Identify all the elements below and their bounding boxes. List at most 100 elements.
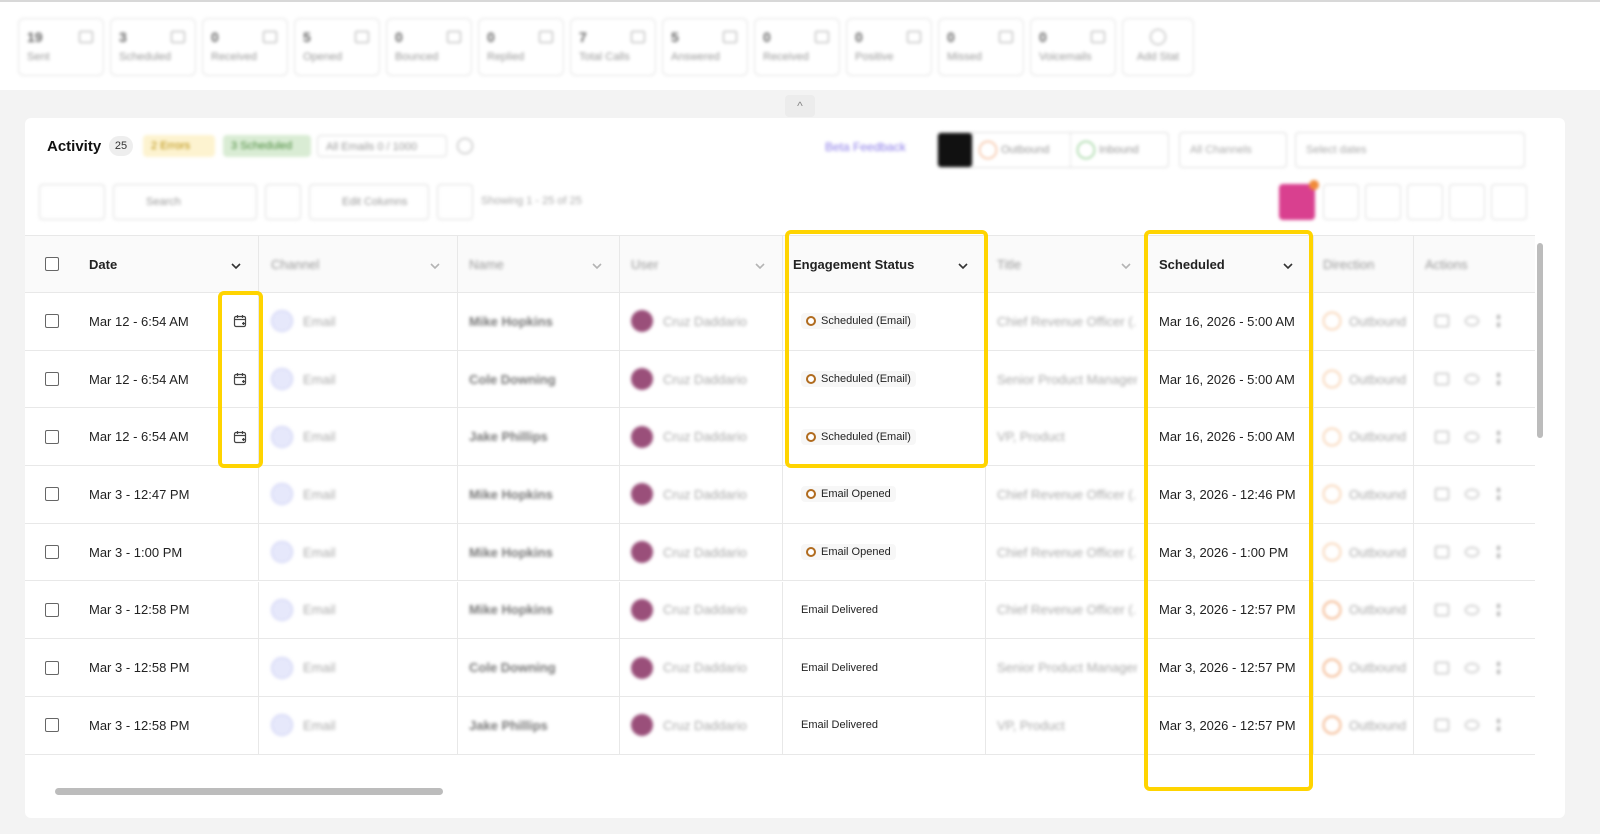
table-row[interactable]: Mar 3 - 12:58 PM Email Cole Downing Cruz Da… — [25, 639, 1535, 697]
more-vertical-icon[interactable] — [1497, 719, 1500, 732]
name-cell[interactable]: Mike Hopkins — [469, 293, 553, 350]
email-icon[interactable] — [1435, 488, 1449, 501]
calendar-scheduled-icon[interactable] — [233, 351, 247, 408]
name-cell[interactable]: Cole Downing — [469, 351, 556, 408]
row-checkbox[interactable] — [45, 372, 59, 387]
settings-button[interactable] — [1449, 184, 1485, 220]
more-vertical-icon[interactable] — [1497, 488, 1500, 501]
name-cell[interactable]: Mike Hopkins — [469, 466, 553, 523]
chevron-down-icon[interactable] — [430, 258, 440, 270]
stat-card[interactable]: 0 Received — [202, 18, 288, 76]
row-checkbox[interactable] — [45, 660, 59, 675]
help-icon[interactable] — [457, 138, 473, 154]
row-checkbox[interactable] — [45, 429, 59, 444]
more-vertical-icon[interactable] — [1497, 315, 1500, 328]
name-cell[interactable]: Jake Phillips — [469, 408, 548, 465]
email-icon[interactable] — [1435, 661, 1449, 674]
email-icon[interactable] — [1435, 719, 1449, 732]
stat-card[interactable]: 5 Opened — [294, 18, 380, 76]
chevron-down-icon[interactable] — [592, 258, 602, 270]
row-checkbox[interactable] — [45, 602, 59, 617]
more-vertical-icon[interactable] — [1497, 603, 1500, 616]
stat-card[interactable]: 0 Bounced — [386, 18, 472, 76]
more-button[interactable] — [1491, 184, 1527, 220]
horizontal-scrollbar[interactable] — [35, 786, 1525, 796]
table-row[interactable]: Mar 3 - 12:58 PM Email Jake Phillips Cruz D… — [25, 696, 1535, 755]
eye-icon[interactable] — [1465, 547, 1479, 558]
collapse-stats-button[interactable]: ^ — [785, 95, 815, 117]
stat-card[interactable]: 0 Voicemails — [1030, 18, 1116, 76]
email-icon[interactable] — [1435, 603, 1449, 616]
scheduled-pill[interactable]: 3 Scheduled — [223, 135, 311, 157]
stat-card[interactable]: 5 Answered — [662, 18, 748, 76]
table-row[interactable]: Mar 3 - 12:47 PM Email Mike Hopkins Cruz Da… — [25, 466, 1535, 524]
filter-button[interactable] — [265, 184, 301, 220]
email-icon[interactable] — [1435, 315, 1449, 328]
direction-outbound-button[interactable]: Outbound — [972, 133, 1070, 167]
name-cell[interactable]: Jake Phillips — [469, 697, 548, 754]
vertical-scrollbar[interactable] — [1537, 243, 1543, 438]
direction-all-button[interactable] — [938, 133, 972, 167]
email-icon[interactable] — [1435, 546, 1449, 559]
more-vertical-icon[interactable] — [1497, 546, 1500, 559]
eye-icon[interactable] — [1465, 662, 1479, 673]
calendar-button[interactable] — [1407, 184, 1443, 220]
col-date[interactable]: Date — [89, 236, 117, 292]
table-row[interactable]: Mar 3 - 1:00 PM Email Mike Hopkins Cruz Dad… — [25, 523, 1535, 582]
stat-card[interactable]: 0 Missed — [938, 18, 1024, 76]
eye-icon[interactable] — [1465, 720, 1479, 731]
more-vertical-icon[interactable] — [1497, 373, 1500, 386]
email-quota-dropdown[interactable]: All Emails 0 / 1000 — [317, 135, 447, 157]
stat-card[interactable]: 19 Sent — [18, 18, 104, 76]
eye-icon[interactable] — [1465, 431, 1479, 442]
calendar-scheduled-icon[interactable] — [233, 408, 247, 465]
add-stat-button[interactable]: Add Stat — [1122, 18, 1194, 76]
add-button[interactable] — [1323, 184, 1359, 220]
stat-card[interactable]: 0 Replied — [478, 18, 564, 76]
stat-card[interactable]: 7 Total Calls — [570, 18, 656, 76]
errors-pill[interactable]: 2 Errors — [143, 135, 215, 157]
horizontal-scroll-thumb[interactable] — [55, 788, 443, 795]
stat-card[interactable]: 0 Positive — [846, 18, 932, 76]
chevron-down-icon[interactable] — [755, 258, 765, 270]
table-row[interactable]: Mar 12 - 6:54 AM Email Jake Phillips Cruz D… — [25, 408, 1535, 467]
calendar-scheduled-icon[interactable] — [233, 293, 247, 350]
row-checkbox[interactable] — [45, 314, 59, 329]
row-checkbox[interactable] — [45, 718, 59, 733]
search-input[interactable]: Search — [113, 184, 257, 220]
col-title[interactable]: Title — [997, 236, 1021, 292]
col-engagement-status[interactable]: Engagement Status — [793, 236, 914, 292]
date-range-picker[interactable]: Select dates — [1295, 132, 1525, 168]
chevron-down-icon[interactable] — [231, 258, 241, 270]
col-direction[interactable]: Direction — [1323, 236, 1374, 292]
edit-columns-button[interactable]: Edit Columns — [309, 184, 429, 220]
email-icon[interactable] — [1435, 373, 1449, 386]
select-all-checkbox[interactable] — [45, 257, 59, 271]
name-cell[interactable]: Cole Downing — [469, 639, 556, 696]
chevron-down-icon[interactable] — [1283, 258, 1293, 270]
col-user[interactable]: User — [631, 236, 658, 292]
col-channel[interactable]: Channel — [271, 236, 319, 292]
col-scheduled[interactable]: Scheduled — [1159, 236, 1225, 292]
primary-action-button[interactable] — [1279, 180, 1319, 220]
name-cell[interactable]: Mike Hopkins — [469, 524, 553, 581]
send-button[interactable] — [1365, 184, 1401, 220]
name-cell[interactable]: Mike Hopkins — [469, 582, 553, 639]
row-checkbox[interactable] — [45, 545, 59, 560]
table-row[interactable]: Mar 3 - 12:58 PM Email Mike Hopkins Cruz Da… — [25, 581, 1535, 640]
eye-icon[interactable] — [1465, 316, 1479, 327]
eye-icon[interactable] — [1465, 374, 1479, 385]
channels-select[interactable]: All Channels — [1179, 132, 1287, 168]
col-name[interactable]: Name — [469, 236, 504, 292]
table-row[interactable]: Mar 12 - 6:54 AM Email Cole Downing Cruz Da… — [25, 350, 1535, 409]
chevron-down-icon[interactable] — [958, 258, 968, 270]
eye-icon[interactable] — [1465, 489, 1479, 500]
stat-card[interactable]: 3 Scheduled — [110, 18, 196, 76]
pagination-arrows[interactable] — [39, 184, 105, 220]
chevron-down-icon[interactable] — [1121, 258, 1131, 270]
direction-inbound-button[interactable]: Inbound — [1070, 133, 1168, 167]
export-button[interactable] — [437, 184, 473, 220]
email-icon[interactable] — [1435, 430, 1449, 443]
table-row[interactable]: Mar 12 - 6:54 AM Email Mike Hopkins Cruz Da… — [25, 293, 1535, 351]
more-vertical-icon[interactable] — [1497, 430, 1500, 443]
